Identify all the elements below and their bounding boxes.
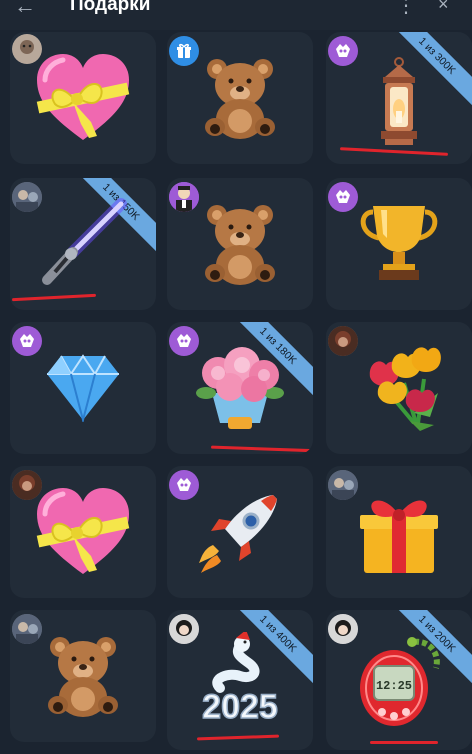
snake-year-text: 2025 xyxy=(202,688,278,726)
heart-bow-icon xyxy=(36,488,130,574)
red-underline-annotation xyxy=(210,445,313,454)
sender-avatar xyxy=(169,470,199,500)
lantern-icon xyxy=(381,57,417,146)
gift-card-teddy[interactable] xyxy=(10,610,156,742)
lightsaber-icon xyxy=(42,198,127,285)
sender-avatar xyxy=(169,182,199,212)
gift-card-lightsaber[interactable]: 1 из 150K xyxy=(10,178,156,310)
sender-avatar xyxy=(328,470,358,500)
gifts-screen: ← Подарки ⋮ × 1 из 300K 1 из 150K 1 из 1… xyxy=(0,0,472,754)
teddy-bear-icon xyxy=(205,59,275,139)
diamond-icon xyxy=(47,354,119,422)
gift-card-peonies[interactable]: 1 из 180K xyxy=(167,322,313,454)
gift-card-teddy[interactable] xyxy=(167,32,313,164)
heart-bow-icon xyxy=(36,54,130,140)
sender-avatar xyxy=(328,182,358,212)
rocket-icon xyxy=(199,495,277,573)
gift-box-icon xyxy=(360,500,438,573)
gift-card-snake-2025[interactable]: 1 из 400K 2025 xyxy=(167,610,313,750)
sender-avatar xyxy=(12,614,42,644)
gift-card-lantern[interactable]: 1 из 300K xyxy=(326,32,472,164)
more-menu-icon[interactable]: ⋮ xyxy=(396,0,416,16)
gift-card-trophy[interactable] xyxy=(326,178,472,310)
red-underline-annotation xyxy=(11,293,97,302)
sender-avatar xyxy=(328,36,358,66)
gift-card-heart[interactable] xyxy=(10,466,156,598)
gift-card-gift-box[interactable] xyxy=(326,466,472,598)
red-underline-annotation xyxy=(196,734,280,741)
tamagotchi-screen-text: 12:25 xyxy=(376,679,412,693)
red-underline-annotation xyxy=(370,741,438,744)
gift-card-tulips[interactable] xyxy=(326,322,472,454)
close-icon[interactable]: × xyxy=(438,0,449,14)
back-arrow-icon[interactable]: ← xyxy=(14,0,36,18)
page-title: Подарки xyxy=(70,0,151,15)
snake-2025-icon: 2025 xyxy=(201,632,279,727)
peonies-bouquet-icon xyxy=(196,347,284,429)
trophy-icon xyxy=(360,206,438,280)
sender-avatar xyxy=(12,326,42,356)
teddy-bear-icon xyxy=(205,205,275,285)
gift-card-diamond[interactable] xyxy=(10,322,156,454)
gift-card-rocket[interactable] xyxy=(167,466,313,598)
gift-card-teddy[interactable] xyxy=(167,178,313,310)
tamagotchi-icon: 12:25 xyxy=(360,637,440,726)
gift-card-heart[interactable] xyxy=(10,32,156,164)
teddy-bear-icon xyxy=(48,637,118,717)
gift-badge-icon xyxy=(169,36,199,66)
tulips-bouquet-icon xyxy=(369,347,441,431)
header: ← Подарки ⋮ × xyxy=(0,0,472,30)
gift-card-tamagotchi[interactable]: 1 из 200K 12:25 xyxy=(326,610,472,750)
